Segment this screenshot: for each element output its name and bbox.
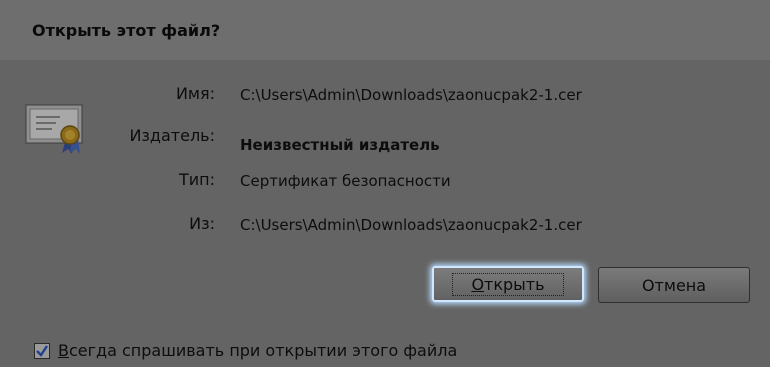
open-button-label: Открыть <box>452 272 564 296</box>
publisher-value: Неизвестный издатель <box>240 136 440 154</box>
name-label: Имя: <box>175 84 215 103</box>
always-ask-checkbox[interactable] <box>34 343 50 359</box>
open-file-dialog: Открыть этот файл? Имя: C:\Users\Admin\D… <box>0 0 770 367</box>
checkmark-icon <box>36 345 48 357</box>
from-value: C:\Users\Admin\Downloads\zaonucpak2-1.ce… <box>240 216 582 234</box>
publisher-label: Издатель: <box>129 126 215 145</box>
dialog-header: Открыть этот файл? <box>0 0 770 60</box>
from-label: Из: <box>189 214 215 233</box>
always-ask-label[interactable]: Всегда спрашивать при открытии этого фай… <box>58 341 457 360</box>
type-value: Сертификат безопасности <box>240 172 451 190</box>
open-button[interactable]: Открыть <box>432 266 584 302</box>
type-label: Тип: <box>178 170 215 189</box>
cancel-button[interactable]: Отмена <box>598 267 750 303</box>
name-value: C:\Users\Admin\Downloads\zaonucpak2-1.ce… <box>240 86 582 104</box>
dialog-title: Открыть этот файл? <box>32 21 221 40</box>
